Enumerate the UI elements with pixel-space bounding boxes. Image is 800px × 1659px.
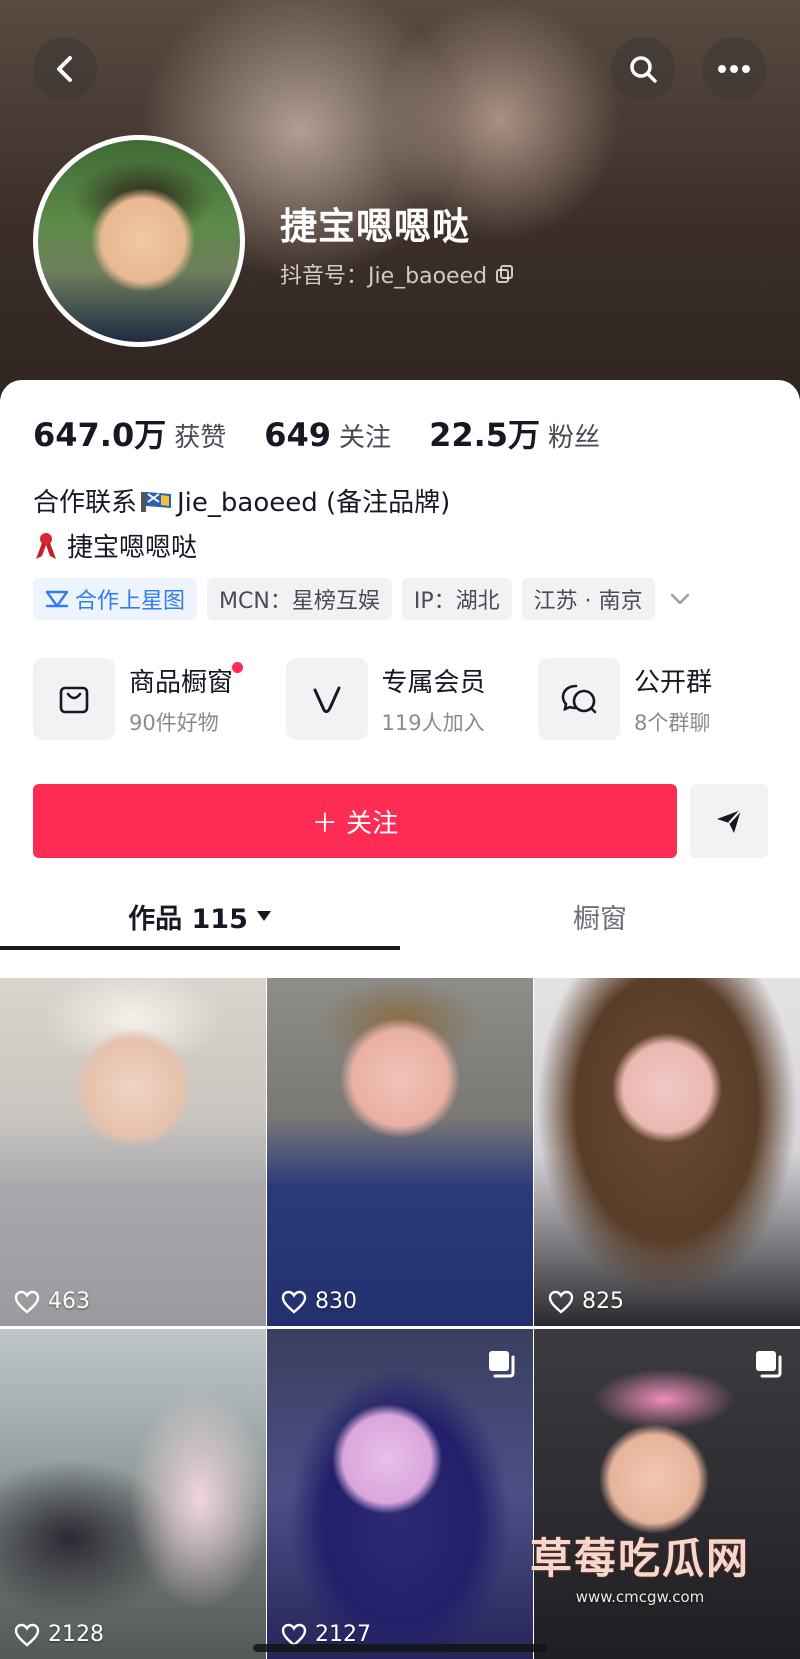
new-badge-dot (232, 661, 244, 673)
feature-subtitle: 90件好物 (129, 710, 219, 735)
follow-button-label: ＋ 关注 (311, 808, 399, 839)
feature-title: 商品橱窗 (129, 661, 244, 699)
tab-label: 作品 115 (128, 903, 248, 935)
like-count-text: 463 (48, 1289, 90, 1314)
bio-contact-id: Jie_baoeed (备注品牌) (177, 488, 451, 518)
star-map-icon (45, 590, 69, 608)
vip-v-icon (313, 686, 340, 714)
shopping-bag-icon (59, 686, 89, 714)
tag-location[interactable]: 江苏 · 南京 (521, 578, 655, 620)
stat-value: 647.0万 (33, 416, 167, 454)
watermark-url: www.cmcgw.com (575, 1588, 705, 1606)
stat-followers[interactable]: 22.5万 粉丝 (429, 410, 600, 456)
feature-shop-window[interactable]: 商品橱窗 90件好物 (33, 658, 268, 740)
feature-icon-box (33, 658, 115, 740)
home-indicator[interactable] (253, 1644, 547, 1652)
stats-row: 647.0万 获赞 649 关注 22.5万 粉丝 (33, 410, 600, 456)
like-count-text: 830 (315, 1289, 357, 1314)
bio-line-2: 捷宝嗯嗯哒 (33, 527, 197, 564)
bio-line-1: 合作联系 Jie_baoeed (备注品牌) (33, 482, 450, 519)
stat-value: 22.5万 (429, 416, 541, 454)
follow-button[interactable]: ＋ 关注 (33, 784, 677, 858)
tag-ip[interactable]: IP：湖北 (401, 578, 512, 620)
video-thumbnail[interactable]: 830 (267, 978, 533, 1326)
search-button[interactable] (611, 37, 675, 101)
expand-tags-button[interactable] (665, 578, 695, 620)
tag-label: MCN：星榜互娱 (219, 589, 380, 614)
feature-title-text: 商品橱窗 (129, 667, 234, 698)
tags-row: 合作上星图 MCN：星榜互娱 IP：湖北 江苏 · 南京 (33, 578, 695, 620)
tab-label: 橱窗 (573, 903, 627, 935)
feature-subtitle: 8个群聊 (634, 710, 711, 735)
send-arrow-icon (717, 809, 742, 833)
stat-following[interactable]: 649 关注 (264, 416, 391, 454)
tag-mcn[interactable]: MCN：星榜互娱 (207, 578, 392, 620)
copy-icon[interactable] (495, 264, 515, 284)
tag-star-map[interactable]: 合作上星图 (33, 578, 198, 620)
video-thumbnail[interactable]: 463 (0, 978, 266, 1326)
red-ribbon-icon (36, 532, 56, 559)
tab-works[interactable]: 作品 115 (0, 880, 400, 952)
like-count: 825 (548, 1289, 624, 1314)
feature-icon-box (285, 658, 368, 740)
stat-label: 获赞 (174, 423, 227, 453)
feature-public-group[interactable]: 公开群 8个群聊 (538, 658, 773, 740)
active-tab-indicator (0, 946, 400, 950)
heart-icon (548, 1290, 574, 1314)
feature-text: 公开群 8个群聊 (634, 662, 712, 737)
bio-text: 捷宝嗯嗯哒 (67, 533, 198, 563)
watermark-title: 草莓吃瓜网 (529, 1534, 750, 1583)
tag-label: 合作上星图 (75, 589, 186, 614)
tag-label: 江苏 · 南京 (533, 589, 643, 614)
group-chat-icon (561, 684, 597, 714)
like-count: 2128 (14, 1622, 104, 1647)
stat-label: 关注 (339, 423, 392, 453)
tab-shop-window[interactable]: 橱窗 (400, 880, 800, 952)
stat-likes[interactable]: 647.0万 获赞 (33, 410, 226, 456)
flag-emoji-icon (141, 491, 172, 512)
feature-row: 商品橱窗 90件好物 专属会员 119人加入 公开群 8个群聊 (33, 658, 773, 740)
heart-icon (14, 1623, 40, 1647)
bio-contact-prefix: 合作联系 (33, 488, 138, 518)
more-button[interactable] (702, 37, 766, 101)
feature-title: 公开群 (634, 667, 713, 698)
chevron-down-icon (670, 593, 689, 605)
feature-membership[interactable]: 专属会员 119人加入 (285, 658, 521, 740)
like-count: 830 (281, 1289, 357, 1314)
like-count: 463 (14, 1289, 90, 1314)
caret-down-icon (256, 911, 271, 921)
feature-text: 专属会员 119人加入 (382, 662, 486, 737)
multi-photo-icon (756, 1351, 782, 1378)
tag-label: IP：湖北 (413, 589, 500, 614)
search-icon (630, 56, 657, 83)
heart-icon (281, 1623, 307, 1647)
chevron-left-icon (57, 56, 72, 82)
profile-header: 捷宝嗯嗯哒 抖音号：Jie_baoeed (0, 0, 800, 400)
more-dots-icon (718, 65, 750, 73)
content-tabs: 作品 115 橱窗 (0, 880, 800, 952)
heart-icon (14, 1290, 40, 1314)
nickname: 捷宝嗯嗯哒 (280, 205, 470, 248)
multi-photo-icon (489, 1351, 515, 1378)
douyin-id[interactable]: 抖音号：Jie_baoeed (280, 258, 515, 290)
stat-label: 粉丝 (548, 423, 601, 453)
video-thumbnail[interactable]: 825 (534, 978, 800, 1326)
video-thumbnail[interactable] (534, 1329, 800, 1659)
video-thumbnail[interactable]: 2128 (0, 1329, 266, 1659)
feature-title: 专属会员 (381, 667, 486, 698)
feature-text: 商品橱窗 90件好物 (129, 661, 244, 737)
video-thumbnail[interactable]: 2127 (267, 1329, 533, 1659)
like-count-text: 2128 (48, 1622, 104, 1647)
avatar[interactable] (33, 135, 245, 347)
share-button[interactable] (690, 784, 768, 858)
back-button[interactable] (33, 37, 97, 101)
stat-value: 649 (264, 416, 332, 454)
feature-icon-box (538, 658, 620, 740)
watermark: 草莓吃瓜网 www.cmcgw.com (510, 1525, 770, 1606)
douyin-id-text: 抖音号：Jie_baoeed (280, 264, 488, 289)
heart-icon (281, 1290, 307, 1314)
feature-subtitle: 119人加入 (381, 710, 485, 735)
like-count-text: 825 (582, 1289, 624, 1314)
